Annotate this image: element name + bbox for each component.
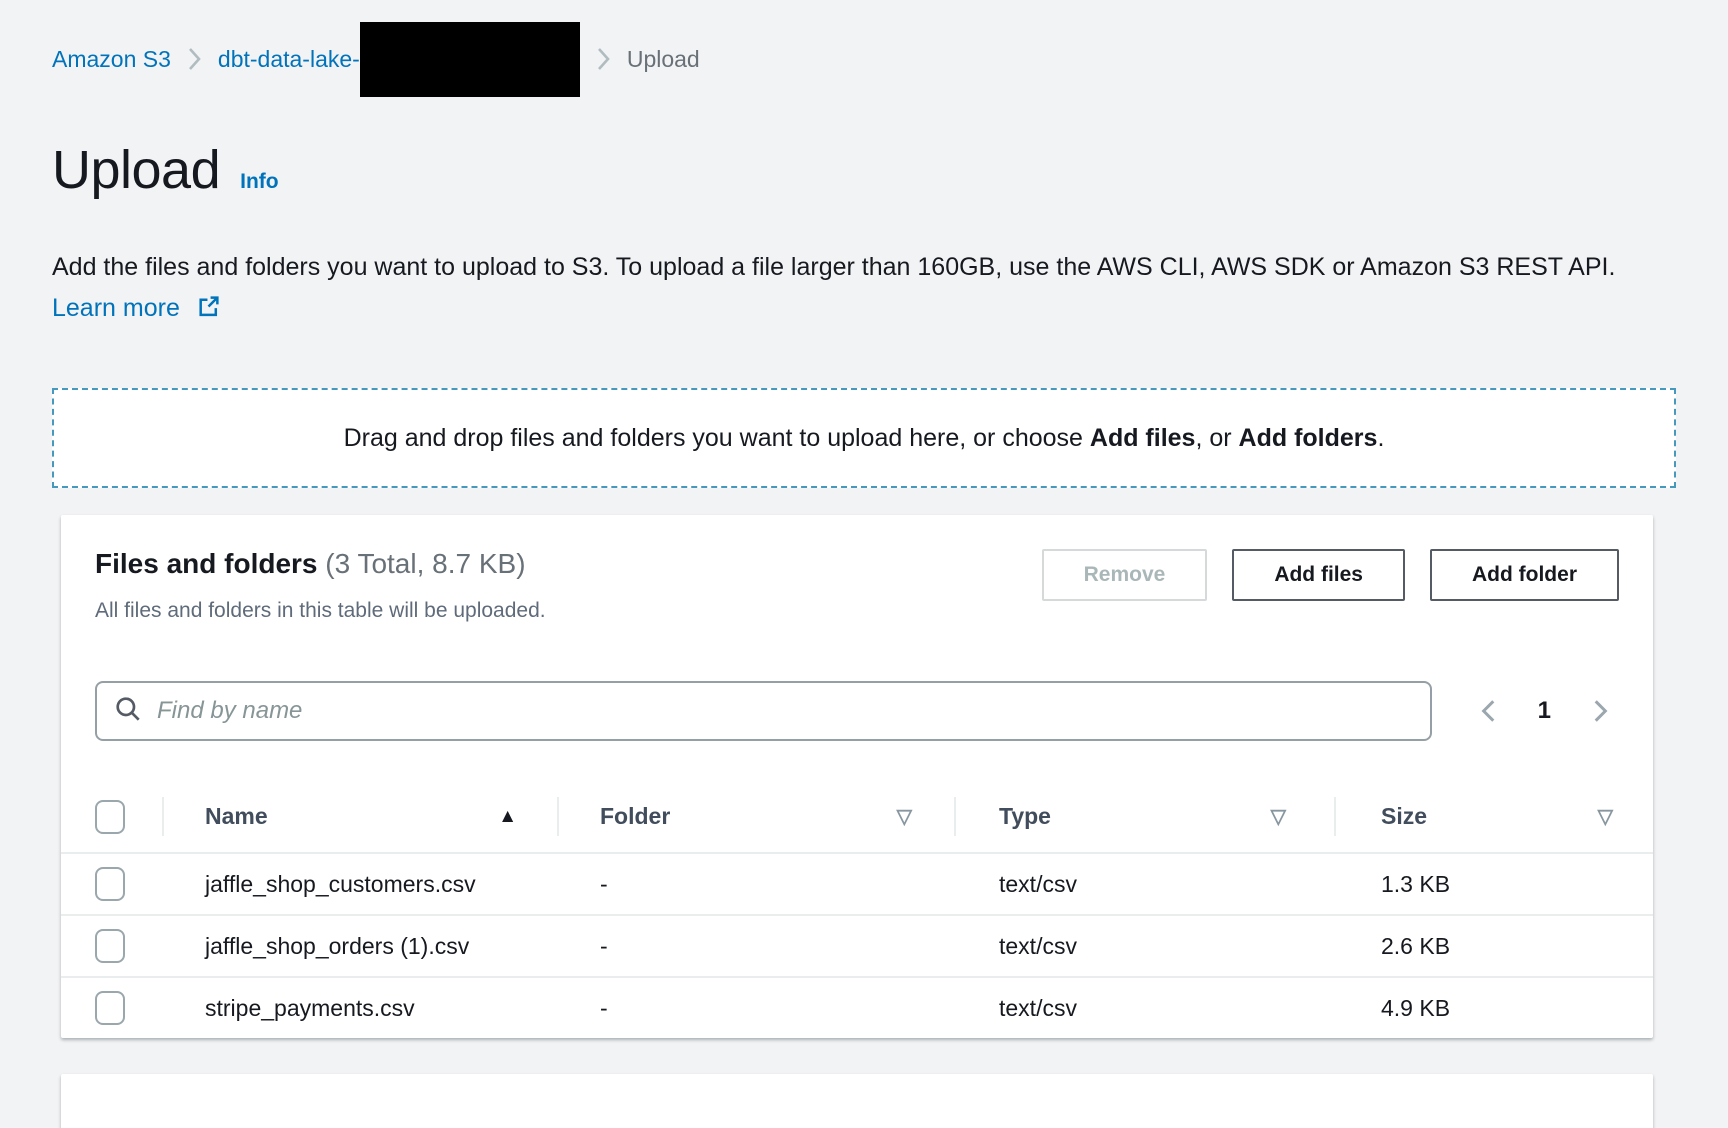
breadcrumb-bucket-label[interactable]: dbt-data-lake-	[218, 46, 360, 73]
action-buttons: Remove Add files Add folder	[1042, 549, 1619, 623]
table-row: jaffle_shop_orders (1).csv - text/csv 2.…	[61, 916, 1653, 978]
sortable-icon[interactable]: ▽	[1271, 804, 1286, 829]
cell-type: text/csv	[954, 854, 1334, 914]
table-row: jaffle_shop_customers.csv - text/csv 1.3…	[61, 854, 1653, 916]
column-header-type[interactable]: Type ▽	[954, 781, 1334, 852]
card-header: Files and folders (3 Total, 8.7 KB) All …	[61, 515, 1653, 623]
cell-type: text/csv	[954, 978, 1334, 1038]
row-checkbox[interactable]	[95, 867, 125, 901]
info-link[interactable]: Info	[240, 170, 278, 194]
cell-folder: -	[557, 854, 954, 914]
add-files-button[interactable]: Add files	[1232, 549, 1405, 601]
search-input[interactable]	[157, 697, 1414, 725]
row-select-cell	[61, 929, 162, 963]
external-link-icon	[196, 291, 221, 332]
row-select-cell	[61, 867, 162, 901]
cell-size: 1.3 KB	[1334, 854, 1653, 914]
dropzone[interactable]: Drag and drop files and folders you want…	[52, 388, 1676, 488]
search-row: 1	[61, 623, 1653, 741]
current-page-number[interactable]: 1	[1538, 697, 1551, 725]
next-page-icon[interactable]	[1587, 696, 1613, 726]
redacted-bucket-name	[360, 22, 580, 97]
cell-name: stripe_payments.csv	[162, 978, 557, 1038]
page-title: Upload	[52, 139, 220, 201]
select-all-checkbox[interactable]	[95, 800, 125, 834]
select-all-cell	[61, 800, 162, 834]
learn-more-link[interactable]: Learn more	[52, 294, 180, 322]
dropzone-message: Drag and drop files and folders you want…	[344, 424, 1385, 453]
intro-text-body: Add the files and folders you want to up…	[52, 253, 1615, 281]
card-header-text: Files and folders (3 Total, 8.7 KB) All …	[95, 545, 546, 623]
cell-name: jaffle_shop_orders (1).csv	[162, 916, 557, 976]
sortable-icon[interactable]: ▽	[1598, 804, 1613, 829]
chevron-right-icon	[596, 46, 611, 72]
column-header-folder[interactable]: Folder ▽	[557, 781, 954, 852]
page-header: Upload Info	[52, 139, 1676, 201]
breadcrumb: Amazon S3 dbt-data-lake- Upload	[52, 21, 1676, 97]
files-and-folders-card: Files and folders (3 Total, 8.7 KB) All …	[61, 515, 1653, 1038]
column-header-name[interactable]: Name ▲	[162, 781, 557, 852]
cell-size: 2.6 KB	[1334, 916, 1653, 976]
row-checkbox[interactable]	[95, 991, 125, 1025]
search-icon	[113, 694, 143, 729]
cell-size: 4.9 KB	[1334, 978, 1653, 1038]
row-select-cell	[61, 991, 162, 1025]
breadcrumb-amazon-s3[interactable]: Amazon S3	[52, 46, 171, 73]
panel-subtitle: All files and folders in this table will…	[95, 599, 546, 623]
breadcrumb-bucket[interactable]: dbt-data-lake-	[218, 22, 580, 97]
panel-count: (3 Total, 8.7 KB)	[325, 548, 525, 579]
row-checkbox[interactable]	[95, 929, 125, 963]
dropzone-add-files-label: Add files	[1090, 424, 1196, 452]
dropzone-add-folders-label: Add folders	[1239, 424, 1378, 452]
cell-type: text/csv	[954, 916, 1334, 976]
next-section-card	[61, 1074, 1653, 1128]
intro-text: Add the files and folders you want to up…	[52, 247, 1670, 332]
table-row: stripe_payments.csv - text/csv 4.9 KB	[61, 978, 1653, 1038]
cell-name: jaffle_shop_customers.csv	[162, 854, 557, 914]
breadcrumb-upload: Upload	[627, 46, 700, 73]
search-box[interactable]	[95, 681, 1432, 741]
chevron-right-icon	[187, 46, 202, 72]
add-folder-button[interactable]: Add folder	[1430, 549, 1619, 601]
sortable-icon[interactable]: ▽	[897, 804, 912, 829]
s3-upload-page: Amazon S3 dbt-data-lake- Upload Upload I…	[0, 21, 1728, 1128]
previous-page-icon[interactable]	[1476, 696, 1502, 726]
panel-title: Files and folders	[95, 548, 318, 579]
cell-folder: -	[557, 916, 954, 976]
sort-ascending-icon[interactable]: ▲	[498, 806, 517, 828]
remove-button[interactable]: Remove	[1042, 549, 1208, 601]
table-header-row: Name ▲ Folder ▽ Type ▽ Size ▽	[61, 781, 1653, 854]
column-header-size[interactable]: Size ▽	[1334, 781, 1653, 852]
files-table: Name ▲ Folder ▽ Type ▽ Size ▽	[61, 781, 1653, 1038]
pagination: 1	[1476, 696, 1619, 726]
cell-folder: -	[557, 978, 954, 1038]
